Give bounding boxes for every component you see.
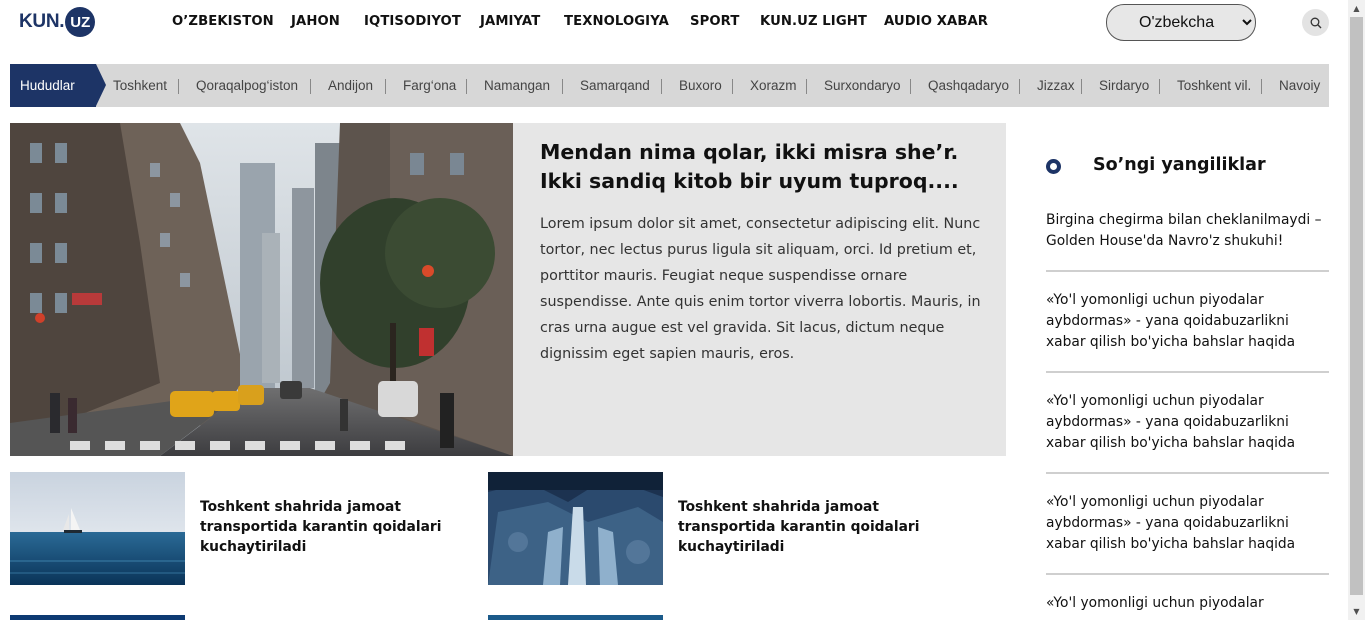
card-image[interactable] (488, 615, 663, 620)
latest-news-divider (1046, 270, 1329, 272)
region-qoraqalpogiston[interactable]: Qoraqalpog‘iston (196, 64, 298, 107)
nav-item-uzbekistan[interactable]: O’ZBEKISTON (172, 14, 274, 29)
site-logo[interactable]: KUN. UZ (19, 7, 96, 37)
hero-excerpt: Lorem ipsum dolor sit amet, consectetur … (540, 216, 981, 362)
region-divider (385, 79, 386, 94)
nav-item-sport[interactable]: SPORT (690, 14, 739, 29)
region-fargona[interactable]: Farg‘ona (403, 64, 456, 107)
region-sirdaryo[interactable]: Sirdaryo (1099, 64, 1149, 107)
search-button[interactable] (1302, 9, 1329, 36)
regions-heading[interactable]: Hududlar (10, 64, 96, 107)
card-image[interactable] (10, 472, 185, 585)
card-image[interactable] (488, 472, 663, 585)
waterfall-photo (488, 472, 663, 585)
regions-bar: Hududlar Toshkent Qoraqalpog‘iston Andij… (10, 64, 1329, 107)
nav-item-technology[interactable]: TEXNOLOGIYA (564, 14, 669, 29)
logo-badge: UZ (65, 7, 96, 37)
scroll-down-arrow-icon[interactable]: ▼ (1348, 603, 1365, 620)
hero-article: Mendan nima qolar, ikki misra she’r. Ikk… (10, 123, 1006, 456)
region-divider (661, 79, 662, 94)
latest-news-item[interactable]: Birgina chegirma bilan cheklanilmaydi – … (1046, 210, 1331, 252)
nav-item-economy[interactable]: IQTISODIYOT (364, 14, 461, 29)
region-divider (732, 79, 733, 94)
region-divider (466, 79, 467, 94)
latest-news-divider (1046, 472, 1329, 474)
scroll-thumb[interactable] (1350, 17, 1363, 595)
card-title[interactable]: Toshkent shahrida jamoat transportida ka… (200, 497, 500, 557)
nav-item-kun-light[interactable]: KUN.UZ LIGHT (760, 14, 867, 29)
regions-arrow (96, 64, 106, 106)
search-icon (1310, 17, 1321, 28)
latest-news-item[interactable]: «Yo'l yomonligi uchun piyodalar (1046, 593, 1331, 620)
region-divider (1019, 79, 1020, 94)
region-divider (1159, 79, 1160, 94)
region-divider (806, 79, 807, 94)
region-divider (310, 79, 311, 94)
region-jizzax[interactable]: Jizzax (1037, 64, 1075, 107)
region-andijon[interactable]: Andijon (328, 64, 373, 107)
region-qashqadaryo[interactable]: Qashqadaryo (928, 64, 1009, 107)
region-toshkent-viloyati[interactable]: Toshkent vil. (1177, 64, 1251, 107)
nav-item-world[interactable]: JAHON (291, 14, 340, 29)
nav-item-audio[interactable]: AUDIO XABAR (884, 14, 988, 29)
latest-news-bullet-icon (1046, 159, 1061, 174)
card-image[interactable] (10, 615, 185, 620)
region-samarqand[interactable]: Samarqand (580, 64, 650, 107)
page-scrollbar[interactable]: ▲ ▼ (1348, 0, 1365, 620)
region-divider (562, 79, 563, 94)
region-xorazm[interactable]: Xorazm (750, 64, 797, 107)
latest-news-item[interactable]: «Yo'l yomonligi uchun piyodalar aybdorma… (1046, 492, 1331, 555)
latest-news-divider (1046, 371, 1329, 373)
city-street-photo (10, 123, 513, 456)
region-toshkent[interactable]: Toshkent (113, 64, 167, 107)
latest-news-item[interactable]: «Yo'l yomonligi uchun piyodalar aybdorma… (1046, 290, 1331, 353)
logo-text: KUN. (19, 11, 65, 32)
region-divider (1081, 79, 1082, 94)
region-divider (1261, 79, 1262, 94)
hero-title[interactable]: Mendan nima qolar, ikki misra she’r. Ikk… (540, 138, 980, 196)
language-select[interactable]: O'zbekcha (1106, 4, 1256, 41)
region-buxoro[interactable]: Buxoro (679, 64, 722, 107)
nav-item-society[interactable]: JAMIYAT (480, 14, 540, 29)
latest-news-divider (1046, 573, 1329, 575)
card-title[interactable]: Toshkent shahrida jamoat transportida ka… (678, 497, 978, 557)
region-divider (178, 79, 179, 94)
region-namangan[interactable]: Namangan (484, 64, 550, 107)
hero-image[interactable] (10, 123, 513, 456)
sailboat-photo (10, 472, 185, 585)
region-navoiy[interactable]: Navoiy (1279, 64, 1320, 107)
latest-news-item[interactable]: «Yo'l yomonligi uchun piyodalar aybdorma… (1046, 391, 1331, 454)
latest-news-title: So’ngi yangiliklar (1093, 155, 1266, 175)
region-divider (910, 79, 911, 94)
scroll-up-arrow-icon[interactable]: ▲ (1348, 0, 1365, 17)
region-surxondaryo[interactable]: Surxondaryo (824, 64, 901, 107)
